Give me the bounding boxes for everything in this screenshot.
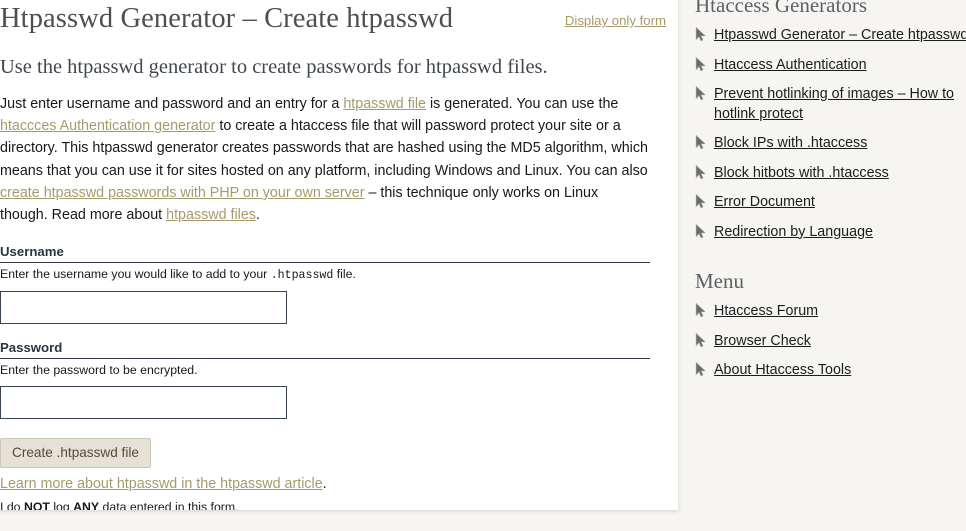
htpasswd-file-link[interactable]: htpasswd file xyxy=(343,96,426,112)
cursor-pointer-icon xyxy=(695,361,707,377)
cursor-pointer-icon xyxy=(695,56,707,72)
username-label: Username xyxy=(0,244,650,264)
sidebar-menu-link[interactable]: About Htaccess Tools xyxy=(714,362,851,378)
username-help-mono: .htpasswd xyxy=(270,269,334,283)
list-item: Browser Check xyxy=(695,332,966,352)
cursor-pointer-icon xyxy=(695,164,707,180)
list-item: Htpasswd Generator – Create htpasswd xyxy=(695,26,966,46)
header-row: Htpasswd Generator – Create htpasswd Dis… xyxy=(0,0,666,40)
username-field-group: Username Enter the username you would li… xyxy=(0,244,666,325)
username-help-text: Enter the username you would like to add… xyxy=(0,267,666,283)
sidebar-generator-link[interactable]: Htaccess Authentication xyxy=(714,57,867,73)
cursor-pointer-icon xyxy=(695,85,707,101)
list-item: Htaccess Forum xyxy=(695,302,966,322)
sidebar-menu-list: Htaccess Forum Browser Check About Htacces… xyxy=(695,302,966,381)
privacy-bold-not: NOT xyxy=(23,500,50,510)
main-content-card: Htpasswd Generator – Create htpasswd Dis… xyxy=(0,0,678,510)
sidebar-generator-link[interactable]: Redirection by Language xyxy=(714,224,873,240)
list-item: Block IPs with .htaccess xyxy=(695,134,966,154)
intro-text-1: Just enter username and password and an … xyxy=(0,96,344,112)
intro-text-5: . xyxy=(255,207,260,224)
privacy-note: I do NOT log ANY data entered in this fo… xyxy=(0,499,666,510)
cursor-pointer-icon xyxy=(695,332,707,348)
cursor-pointer-icon xyxy=(695,26,707,42)
htaccess-authentication-generator-link[interactable]: htaccces Authentication generator xyxy=(0,118,215,134)
intro-text-2: is generated. You can use the xyxy=(425,96,619,112)
cursor-pointer-icon xyxy=(695,302,707,318)
sidebar-generators-heading: Htaccess Generators xyxy=(695,0,867,17)
username-help-after: file. xyxy=(333,267,356,282)
sidebar-generator-link[interactable]: Block IPs with .htaccess xyxy=(714,135,867,151)
intro-paragraph: Just enter username and password and an … xyxy=(0,93,648,226)
list-item: Htaccess Authentication xyxy=(695,56,966,76)
learn-more-suffix: . xyxy=(322,476,327,493)
php-passwords-link[interactable]: create htpasswd passwords with PHP on yo… xyxy=(0,185,364,201)
right-sidebar: Htaccess Generators Htpasswd Generator –… xyxy=(695,0,966,531)
htpasswd-form: Username Enter the username you would li… xyxy=(0,244,666,510)
sidebar-generator-link[interactable]: Prevent hotlinking of images – How to ho… xyxy=(714,86,954,122)
sidebar-generator-link[interactable]: Htpasswd Generator – Create htpasswd xyxy=(714,27,966,43)
cursor-pointer-icon xyxy=(695,134,707,150)
page-subtitle: Use the htpasswd generator to create pas… xyxy=(0,56,548,78)
create-htpasswd-button[interactable]: Create .htpasswd file xyxy=(0,438,151,469)
username-help-before: Enter the username you would like to add… xyxy=(0,267,271,282)
list-item: Prevent hotlinking of images – How to ho… xyxy=(695,85,966,124)
display-only-form-link[interactable]: Display only form xyxy=(565,13,666,28)
privacy-bold-any: ANY xyxy=(73,500,100,510)
privacy-text-3: data entered in this form. xyxy=(99,500,239,510)
card-inner: Htpasswd Generator – Create htpasswd Dis… xyxy=(0,0,666,510)
privacy-text-2: log xyxy=(49,500,74,510)
list-item: Block hitbots with .htaccess xyxy=(695,164,966,184)
privacy-text-1: I do xyxy=(0,500,24,510)
password-help-text: Enter the password to be encrypted. xyxy=(0,363,198,378)
htpasswd-files-link[interactable]: htpasswd files xyxy=(166,207,256,223)
learn-more-link[interactable]: Learn more about htpasswd in the htpassw… xyxy=(0,476,323,492)
cursor-pointer-icon xyxy=(695,193,707,209)
sidebar-generator-link[interactable]: Block hitbots with .htaccess xyxy=(714,165,889,181)
list-item: Error Document xyxy=(695,193,966,213)
page-root: Htpasswd Generator – Create htpasswd Dis… xyxy=(0,0,966,531)
username-input[interactable] xyxy=(0,291,287,325)
sidebar-menu-link[interactable]: Htaccess Forum xyxy=(714,303,818,319)
list-item: About Htaccess Tools xyxy=(695,361,966,381)
password-label: Password xyxy=(0,340,650,360)
sidebar-menu-link[interactable]: Browser Check xyxy=(714,333,811,349)
list-item: Redirection by Language xyxy=(695,223,966,243)
cursor-pointer-icon xyxy=(695,223,707,239)
password-input[interactable] xyxy=(0,386,287,420)
sidebar-menu-heading: Menu xyxy=(695,269,744,293)
sidebar-generator-link[interactable]: Error Document xyxy=(714,194,815,210)
sidebar-generators-list: Htpasswd Generator – Create htpasswd Htac… xyxy=(695,26,966,242)
learn-more-line: Learn more about htpasswd in the htpassw… xyxy=(0,475,666,494)
password-field-group: Password Enter the password to be encryp… xyxy=(0,340,666,420)
